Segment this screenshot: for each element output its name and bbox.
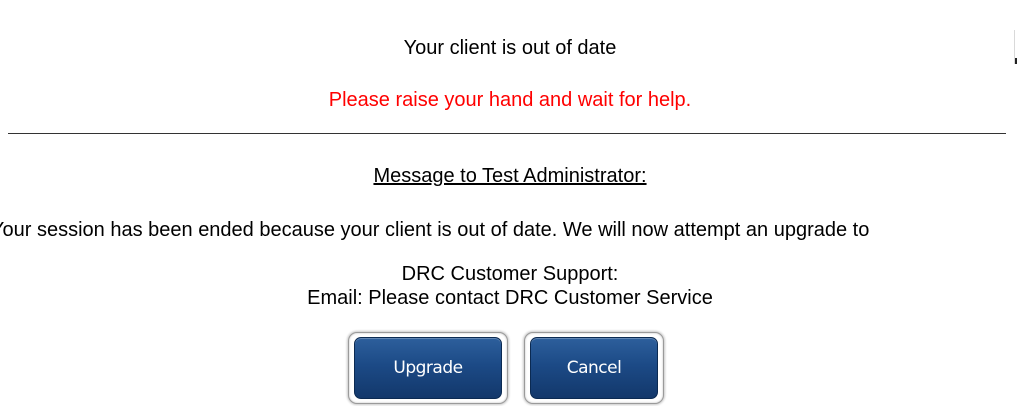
support-email-text: Email: Please contact DRC Customer Servi… <box>307 287 713 309</box>
dialog-title: Your client is out of date <box>403 37 617 59</box>
help-warning-text: Please raise your hand and wait for help… <box>328 89 692 111</box>
upgrade-button-frame: Upgrade <box>348 332 508 404</box>
admin-message-heading: Message to Test Administrator: <box>373 165 647 187</box>
cancel-button[interactable]: Cancel <box>530 337 658 399</box>
cancel-button-frame: Cancel <box>524 332 664 404</box>
upgrade-button[interactable]: Upgrade <box>354 337 502 399</box>
session-ended-message: Your session has been ended because your… <box>0 219 870 241</box>
support-heading: DRC Customer Support: <box>401 263 619 285</box>
section-divider <box>8 133 1006 134</box>
